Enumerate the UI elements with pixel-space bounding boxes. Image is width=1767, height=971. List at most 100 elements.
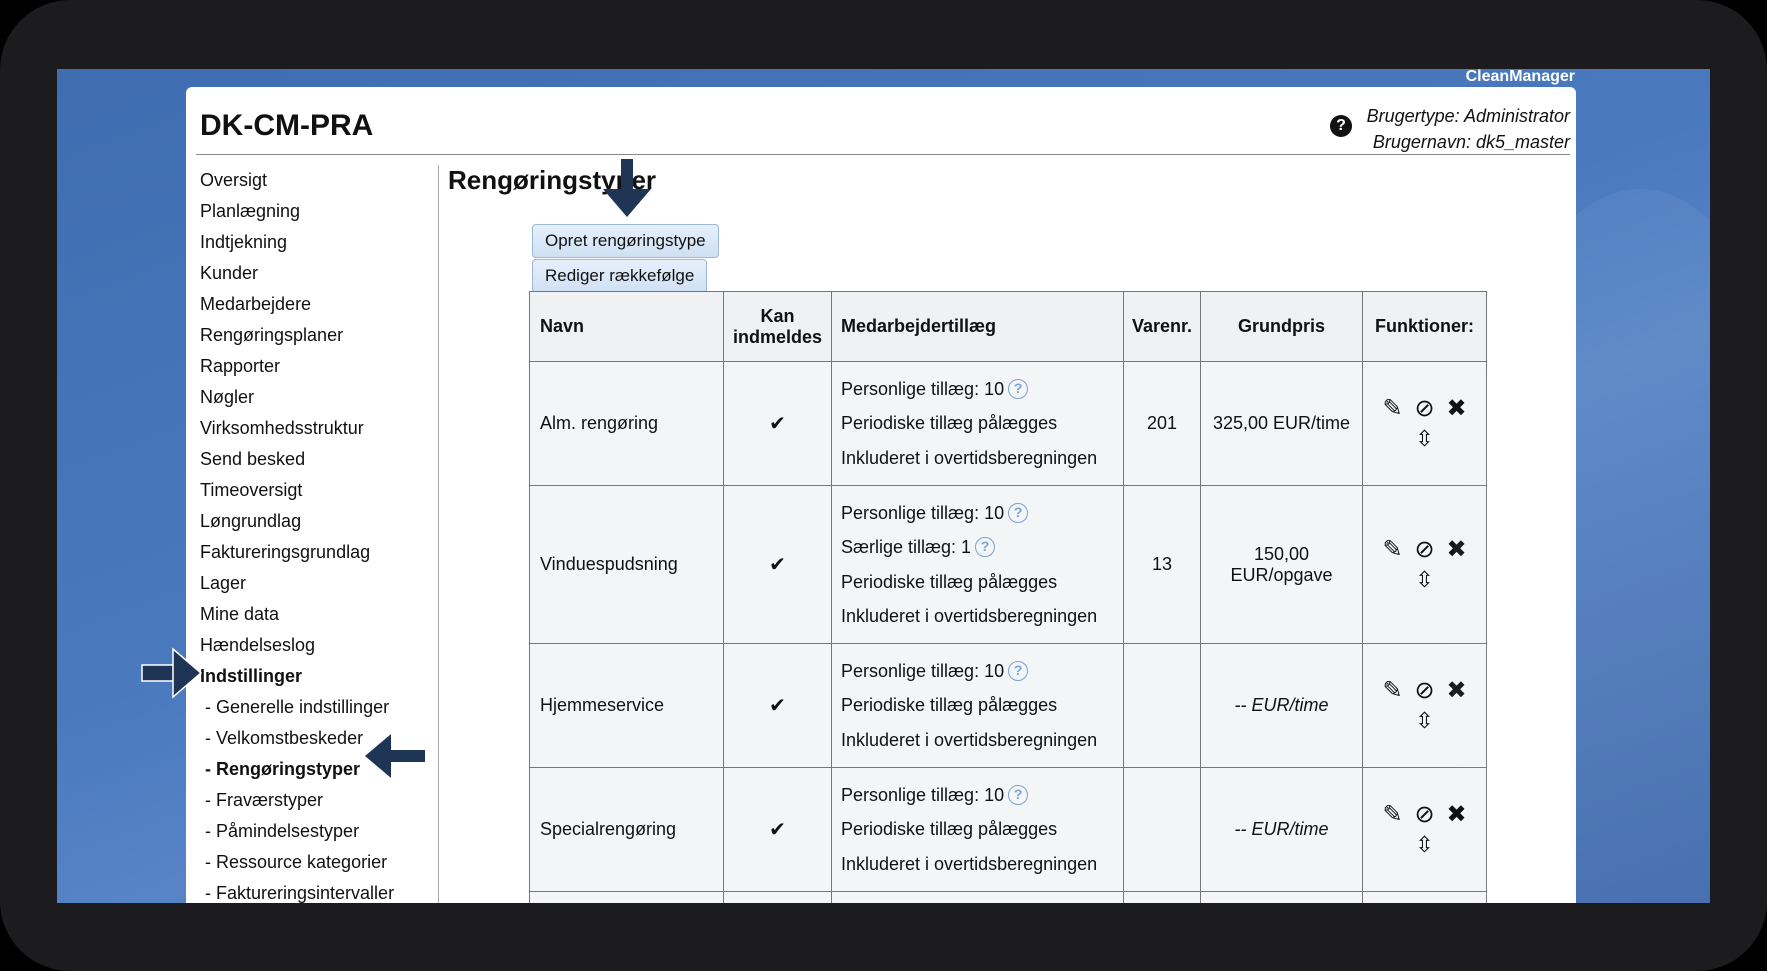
sidebar-item-send-besked[interactable]: Send besked xyxy=(200,444,430,475)
sidebar-item-lager[interactable]: Lager xyxy=(200,568,430,599)
grundpris-line1: 325,00 EUR/time xyxy=(1212,413,1351,433)
sidebar-item-noegler[interactable]: Nøgler xyxy=(200,382,430,413)
med-line: Periodiske tillæg pålægges xyxy=(841,571,1058,592)
info-icon[interactable]: ? xyxy=(1008,502,1029,523)
user-info: Brugertype: Administrator Brugernavn: dk… xyxy=(1367,103,1570,155)
med-line: Personlige tillæg: 10? xyxy=(841,372,1123,407)
med-line: Særlige tillæg: 1? xyxy=(841,530,1123,565)
sidebar-subitem-ressource-kategorier[interactable]: - Ressource kategorier xyxy=(200,847,430,878)
row-varenr: 13 xyxy=(1123,485,1201,644)
med-text: Personlige tillæg: 10 xyxy=(841,660,1005,681)
med-line: Inkluderet i overtidsberegningen xyxy=(841,853,1098,874)
edit-order-button[interactable]: Rediger rækkefølge xyxy=(532,259,708,293)
header-funktioner: Funktioner: xyxy=(1362,291,1487,362)
sidebar-item-indstillinger[interactable]: Indstillinger xyxy=(200,661,430,692)
med-text: Personlige tillæg: 10 xyxy=(841,502,1005,523)
sidebar-item-kunder[interactable]: Kunder xyxy=(200,258,430,289)
desktop: CleanManager DK-CM-PRA ? Brugertype: Adm… xyxy=(57,69,1710,903)
table-row: Hjemmeservice ✔ Personlige tillæg: 10? P… xyxy=(529,643,1487,768)
info-icon[interactable]: ? xyxy=(1008,660,1029,681)
edit-icon[interactable]: ✎ xyxy=(1377,394,1409,424)
info-icon[interactable]: ? xyxy=(1008,784,1029,805)
brand-label: CleanManager xyxy=(1465,69,1575,85)
sidebar-item-indtjekning[interactable]: Indtjekning xyxy=(200,227,430,258)
row-check: ✔ xyxy=(723,485,832,644)
delete-icon[interactable]: ✖ xyxy=(1441,394,1473,424)
header-kan-indmeldes: Kan indmeldes xyxy=(723,291,832,362)
sidebar-item-timeoversigt[interactable]: Timeoversigt xyxy=(200,475,430,506)
create-cleaning-type-button[interactable]: Opret rengøringstype xyxy=(532,224,719,258)
sidebar-subitem-fravaerstyper[interactable]: - Fraværstyper xyxy=(200,785,430,816)
edit-icon[interactable]: ✎ xyxy=(1377,535,1409,565)
user-type: Brugertype: Administrator xyxy=(1366,106,1570,126)
table-header-row: Navn Kan indmeldes Medarbejdertillæg Var… xyxy=(529,291,1487,362)
row-grundpris: 325,00 EUR/time xyxy=(1200,361,1363,486)
delete-icon[interactable]: ✖ xyxy=(1441,676,1473,706)
function-icons: ✎ ⊘ ✖ ⇳ xyxy=(1375,535,1475,595)
med-text: Særlige tillæg: 1 xyxy=(841,537,972,557)
function-icons: ✎ ⊘ ✖ ⇳ xyxy=(1375,800,1475,860)
hide-icon[interactable]: ⊘ xyxy=(1409,800,1441,830)
down-arrow-annotation xyxy=(603,159,651,217)
hide-icon[interactable]: ⊘ xyxy=(1409,676,1441,706)
move-icon[interactable]: ⇳ xyxy=(1409,706,1441,736)
sidebar-subitem-generelle-indstillinger[interactable]: - Generelle indstillinger xyxy=(200,692,430,723)
row-medarbejdertillaeg: Personlige tillæg: 10? Periodiske tillæg… xyxy=(831,643,1124,768)
row-check: ✔ xyxy=(723,643,832,768)
med-line: Periodiske tillæg pålægges xyxy=(841,413,1058,434)
hide-icon[interactable]: ⊘ xyxy=(1409,535,1441,565)
function-icons: ✎ ⊘ ✖ ⇳ xyxy=(1375,676,1475,736)
row-name: Vinduespudsning xyxy=(529,485,724,644)
sidebar-item-oversigt[interactable]: Oversigt xyxy=(200,165,430,196)
row-varenr xyxy=(1123,643,1201,768)
function-icons: ✎ ⊘ ✖ ⇳ xyxy=(1375,394,1475,454)
row-functions: ✎ ⊘ ✖ ⇳ xyxy=(1362,643,1487,768)
delete-icon[interactable]: ✖ xyxy=(1441,800,1473,830)
move-icon[interactable]: ⇳ xyxy=(1409,424,1441,454)
row-medarbejdertillaeg: Personlige tillæg: 10? Periodiske tillæg… xyxy=(831,361,1124,486)
row-functions: ✎ ⊘ ✖ ⇳ xyxy=(1362,485,1487,644)
move-icon[interactable]: ⇳ xyxy=(1409,830,1441,860)
med-line: Personlige tillæg: 10? xyxy=(841,654,1123,689)
row-functions xyxy=(1362,891,1487,903)
check-icon: ✔ xyxy=(769,413,786,435)
sidebar-item-rapporter[interactable]: Rapporter xyxy=(200,351,430,382)
row-grundpris: -- EUR/time xyxy=(1200,643,1363,768)
row-varenr: 201 xyxy=(1123,361,1201,486)
user-name: Brugernavn: dk5_master xyxy=(1372,132,1570,152)
grundpris-line2: EUR/opgave xyxy=(1230,564,1333,585)
sidebar-item-medarbejdere[interactable]: Medarbejdere xyxy=(200,289,430,320)
header-medarbejdertillaeg: Medarbejdertillæg xyxy=(831,291,1124,362)
sidebar-item-loengrundlag[interactable]: Løngrundlag xyxy=(200,506,430,537)
help-icon[interactable]: ? xyxy=(1330,115,1352,137)
sidebar-item-rengoeringsplaner[interactable]: Rengøringsplaner xyxy=(200,320,430,351)
row-name: Hjemmeservice xyxy=(529,643,724,768)
grundpris-line1: -- EUR/time xyxy=(1234,695,1329,715)
check-icon: ✔ xyxy=(769,819,786,841)
row-check: ✔ xyxy=(723,361,832,486)
info-icon[interactable]: ? xyxy=(975,537,996,557)
sidebar-subitem-paamindelsestyper[interactable]: - Påmindelsestyper xyxy=(200,816,430,847)
sidebar-item-planlaegning[interactable]: Planlægning xyxy=(200,196,430,227)
delete-icon[interactable]: ✖ xyxy=(1441,535,1473,565)
move-icon[interactable]: ⇳ xyxy=(1409,565,1441,595)
grundpris-line1: -- EUR/time xyxy=(1234,819,1329,839)
sidebar-item-haendelseslog[interactable]: Hændelseslog xyxy=(200,630,430,661)
row-name: Specialrengøring xyxy=(529,767,724,892)
table-row: Alm. rengøring ✔ Personlige tillæg: 10? … xyxy=(529,361,1487,486)
med-line: Personlige tillæg: 10? xyxy=(841,778,1123,813)
hide-icon[interactable]: ⊘ xyxy=(1409,394,1441,424)
sidebar-item-mine-data[interactable]: Mine data xyxy=(200,599,430,630)
header-kan-line1: Kan xyxy=(760,305,795,326)
table-row: Specialrengøring ✔ Personlige tillæg: 10… xyxy=(529,767,1487,892)
sidebar-item-virksomhedsstruktur[interactable]: Virksomhedsstruktur xyxy=(200,413,430,444)
edit-icon[interactable]: ✎ xyxy=(1377,676,1409,706)
sidebar-subitem-faktureringsintervaller[interactable]: - Faktureringsintervaller xyxy=(200,878,430,903)
edit-icon[interactable]: ✎ xyxy=(1377,800,1409,830)
info-icon[interactable]: ? xyxy=(1008,378,1029,399)
header-name: Navn xyxy=(529,291,724,362)
app-title: DK-CM-PRA xyxy=(200,109,374,142)
header-divider xyxy=(196,154,1570,155)
sidebar-item-faktureringsgrundlag[interactable]: Faktureringsgrundlag xyxy=(200,537,430,568)
med-line: Periodiske tillæg pålægges xyxy=(841,695,1058,716)
